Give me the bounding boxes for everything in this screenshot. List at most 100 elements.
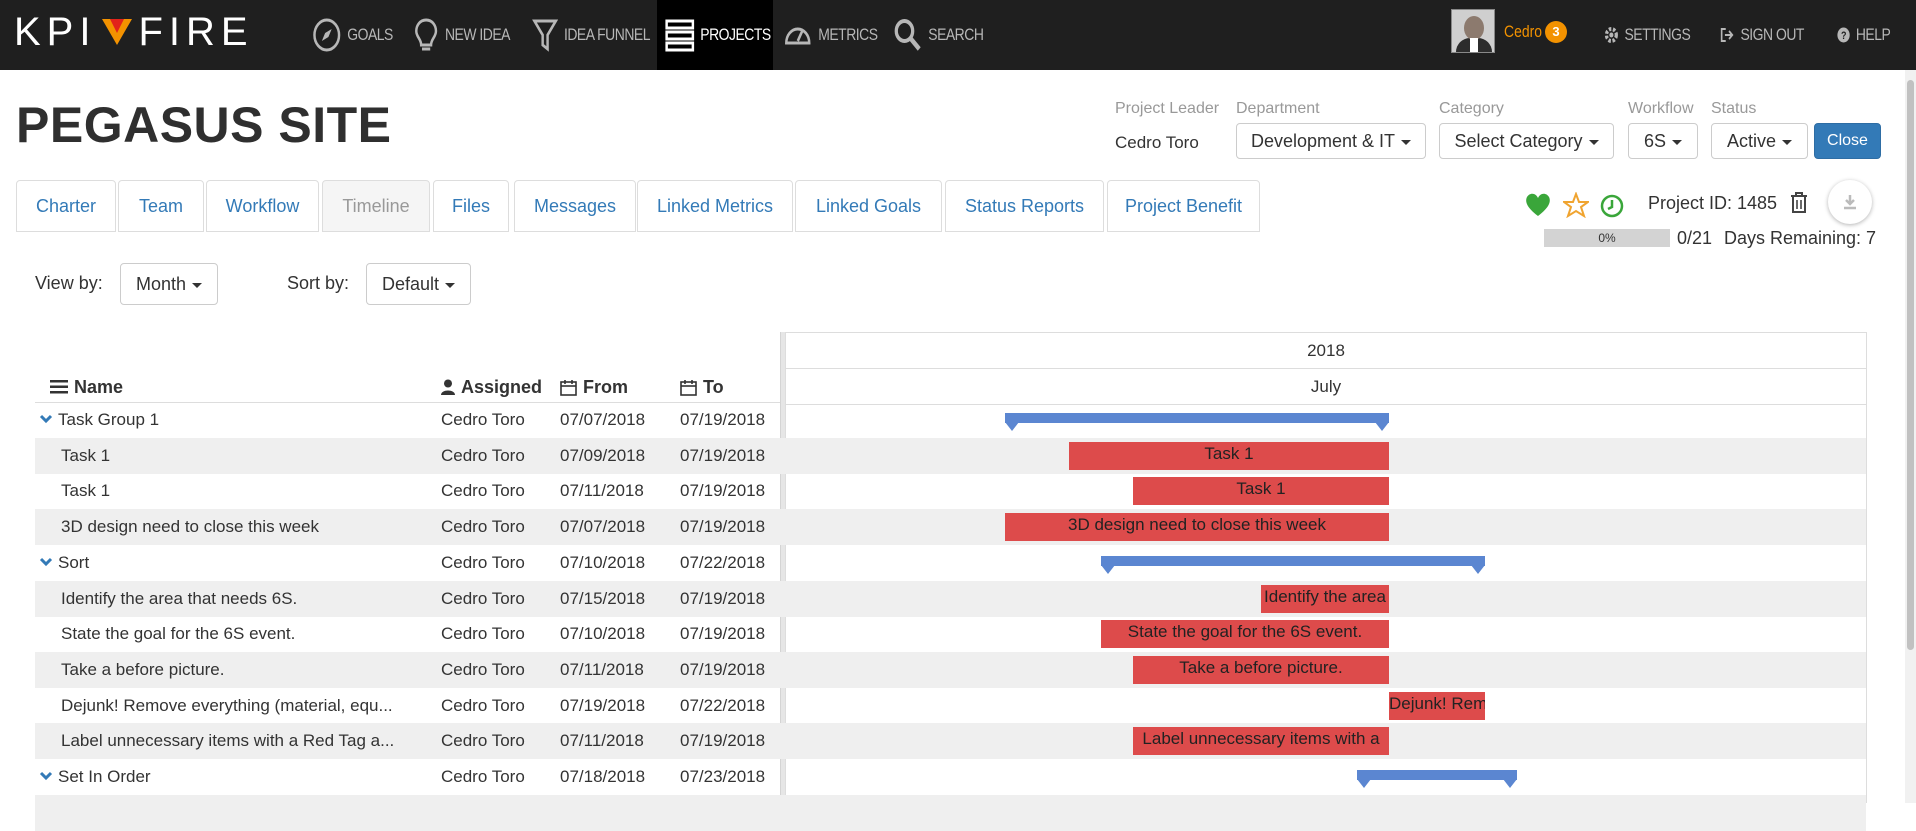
task-row[interactable] — [35, 795, 1866, 831]
project-progress-bar: 0% — [1544, 229, 1670, 247]
tab-linked-metrics[interactable]: Linked Metrics — [637, 180, 793, 232]
gantt-task-bar[interactable]: Task 1 — [1069, 442, 1389, 470]
task-row[interactable]: State the goal for the 6S event. Cedro To… — [35, 616, 1866, 652]
task-row[interactable]: Identify the area that needs 6S. Cedro To… — [35, 581, 1866, 617]
column-header-name[interactable]: Name — [50, 372, 123, 402]
task-group-row[interactable]: Task Group 1 Cedro Toro 07/07/2018 07/19/20… — [35, 402, 1866, 438]
chevron-down-icon[interactable] — [39, 556, 53, 568]
nav-sign-out-label: SIGN OUT — [1740, 25, 1805, 44]
column-header-assigned[interactable]: Assigned — [441, 372, 542, 402]
category-dropdown[interactable]: Select Category — [1439, 123, 1614, 159]
column-header-to[interactable]: To — [680, 372, 724, 402]
task-assigned: Cedro Toro — [441, 660, 525, 679]
gantt-task-bar[interactable]: Take a before picture. — [1133, 656, 1389, 684]
view-by-dropdown[interactable]: Month — [120, 263, 218, 305]
gantt-group-bar[interactable] — [1357, 770, 1517, 788]
favorite-heart-icon[interactable] — [1524, 192, 1552, 223]
caret-down-icon — [1782, 139, 1793, 145]
chevron-down-icon[interactable] — [39, 413, 53, 425]
search-icon — [894, 19, 921, 51]
kpifire-logo[interactable]: KPI FIRE — [14, 9, 254, 54]
task-from — [560, 795, 670, 831]
nav-goals[interactable]: GOALS — [312, 0, 393, 70]
task-row[interactable]: 3D design need to close this week Cedro T… — [35, 509, 1866, 545]
nav-search[interactable]: SEARCH — [893, 0, 984, 70]
gantt-task-bar[interactable]: Label unnecessary items with a — [1133, 727, 1389, 755]
download-button[interactable] — [1828, 180, 1872, 224]
task-name: State the goal for the 6S event. — [61, 624, 296, 643]
user-name[interactable]: Cedro — [1504, 22, 1542, 42]
status-dropdown[interactable]: Active — [1711, 123, 1808, 159]
projects-list-icon — [665, 19, 695, 52]
gantt-task-bar[interactable]: Task 1 — [1133, 477, 1389, 505]
task-name: Task 1 — [61, 446, 111, 465]
tab-timeline[interactable]: Timeline — [322, 180, 430, 232]
star-icon[interactable] — [1560, 191, 1592, 223]
project-id: Project ID: 1485 — [1648, 193, 1778, 213]
task-row[interactable]: Label unnecessary items with a Red Tag a… — [35, 723, 1866, 759]
task-to: 07/19/2018 — [680, 624, 766, 643]
task-row[interactable]: Dejunk! Remove everything (material, equ… — [35, 688, 1866, 724]
nav-help[interactable]: ? HELP — [1837, 0, 1891, 70]
tab-status-reports[interactable]: Status Reports — [945, 180, 1104, 232]
nav-new-idea[interactable]: NEW IDEA — [413, 0, 510, 70]
scrollbar-thumb[interactable] — [1907, 80, 1914, 650]
tab-project-benefit[interactable]: Project Benefit — [1107, 180, 1260, 232]
nav-metrics[interactable]: METRICS — [783, 0, 878, 70]
gantt-group-bar[interactable] — [1101, 556, 1485, 574]
column-header-from[interactable]: From — [560, 372, 628, 402]
close-project-button[interactable]: Close — [1814, 123, 1881, 159]
task-row[interactable]: Take a before picture. Cedro Toro 07/11/20… — [35, 652, 1866, 688]
notification-badge[interactable]: 3 — [1545, 21, 1567, 43]
gantt-group-bar[interactable] — [1005, 413, 1389, 431]
clock-icon[interactable] — [1600, 194, 1624, 223]
tab-team[interactable]: Team — [118, 180, 204, 232]
column-to-label: To — [703, 376, 724, 397]
task-group-row[interactable]: Set In Order Cedro Toro 07/18/2018 07/23/20… — [35, 759, 1866, 795]
user-avatar[interactable] — [1451, 9, 1495, 53]
logo-text-fire: FIRE — [138, 9, 254, 54]
category-label: Category — [1439, 100, 1504, 117]
top-nav-bar: KPI FIRE GOALS NEW IDEA IDEA FUNNEL PROJ… — [0, 0, 1916, 70]
task-to: 07/22/2018 — [680, 696, 766, 715]
task-from: 07/07/2018 — [560, 410, 646, 429]
task-row[interactable]: Task 1 Cedro Toro 07/11/2018 07/19/2018 — [35, 473, 1866, 509]
gantt-task-bar[interactable]: State the goal for the 6S event. — [1101, 620, 1389, 648]
task-to: 07/22/2018 — [680, 553, 766, 572]
tab-workflow[interactable]: Workflow — [206, 180, 319, 232]
department-dropdown[interactable]: Development & IT — [1236, 123, 1426, 159]
page-scrollbar[interactable] — [1905, 70, 1916, 803]
task-assigned: Cedro Toro — [441, 696, 525, 715]
tab-files[interactable]: Files — [433, 180, 509, 232]
caret-down-icon — [192, 282, 203, 288]
tab-charter[interactable]: Charter — [16, 180, 116, 232]
caret-down-icon — [1588, 139, 1599, 145]
nav-idea-funnel[interactable]: IDEA FUNNEL — [532, 0, 650, 70]
sign-out-icon — [1720, 28, 1734, 42]
days-remaining: Days Remaining: 7 — [1724, 228, 1877, 248]
gantt-task-bar[interactable]: 3D design need to close this week — [1005, 513, 1389, 541]
progress-text: 0% — [1598, 231, 1616, 245]
gantt-task-bar[interactable]: Identify the area — [1261, 585, 1389, 613]
task-from: 07/10/2018 — [560, 624, 646, 643]
task-group-row[interactable]: Sort Cedro Toro 07/10/2018 07/22/2018 — [35, 545, 1866, 581]
workflow-dropdown[interactable]: 6S — [1628, 123, 1698, 159]
trash-icon[interactable] — [1788, 190, 1810, 219]
task-from: 07/19/2018 — [560, 696, 646, 715]
tab-linked-goals[interactable]: Linked Goals — [795, 180, 942, 232]
gantt-year-label: 2018 — [786, 333, 1866, 369]
nav-projects[interactable]: PROJECTS — [665, 0, 771, 70]
sort-by-dropdown[interactable]: Default — [366, 263, 471, 305]
task-row[interactable]: Task 1 Cedro Toro 07/09/2018 07/19/2018 — [35, 438, 1866, 474]
nav-settings[interactable]: SETTINGS — [1604, 0, 1691, 70]
chevron-down-icon[interactable] — [39, 770, 53, 782]
task-assigned: Cedro Toro — [441, 624, 525, 643]
task-to: 07/19/2018 — [680, 410, 766, 429]
column-name-label: Name — [74, 376, 124, 397]
task-to: 07/19/2018 — [680, 731, 766, 750]
logo-text-kpi: KPI — [14, 9, 97, 54]
gantt-task-bar[interactable]: Dejunk! Remov — [1389, 692, 1485, 720]
nav-sign-out[interactable]: SIGN OUT — [1720, 0, 1804, 70]
calendar-icon — [680, 379, 697, 396]
tab-messages[interactable]: Messages — [514, 180, 636, 232]
